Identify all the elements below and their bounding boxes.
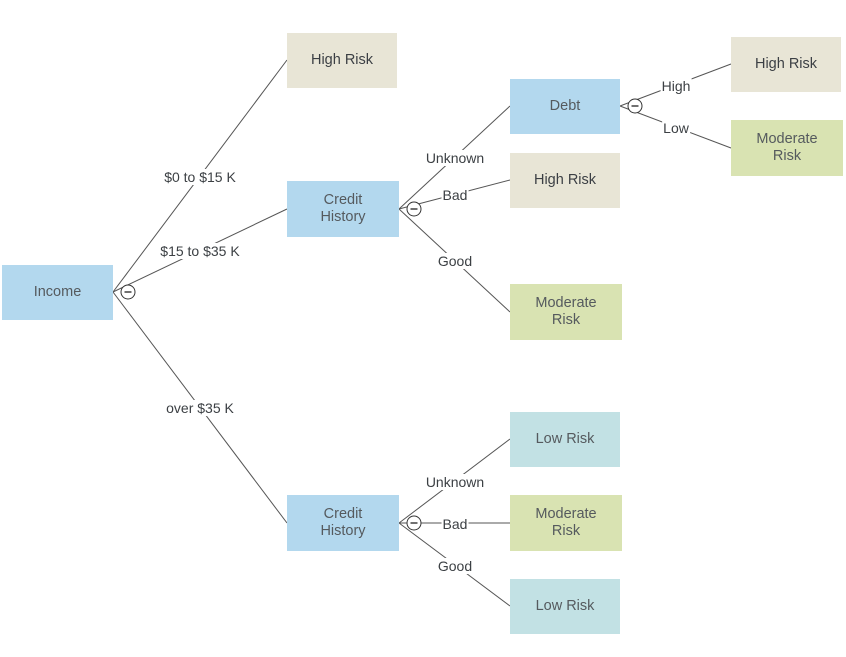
node-credit-history-2[interactable]: Credit History (287, 495, 399, 551)
node-moderate-risk-3[interactable]: Moderate Risk (510, 495, 622, 551)
edge-label-ch1-unknown: Unknown (424, 150, 486, 166)
edge-label-ch1-good: Good (436, 253, 474, 269)
edge-label-debt-low: Low (662, 120, 690, 136)
edge-label-income-high: over $35 K (165, 400, 235, 416)
node-label: High Risk (754, 56, 818, 72)
node-debt[interactable]: Debt (510, 79, 620, 134)
node-high-risk-1[interactable]: High Risk (287, 33, 397, 88)
node-low-risk-1[interactable]: Low Risk (510, 412, 620, 467)
node-label: Moderate Risk (535, 295, 597, 328)
node-label: Low Risk (535, 431, 595, 447)
edge-label-income-mid: $15 to $35 K (159, 243, 241, 259)
node-high-risk-2[interactable]: High Risk (510, 153, 620, 208)
node-label: Moderate Risk (535, 506, 597, 539)
node-label: Moderate Risk (756, 131, 818, 164)
decision-tree-canvas: Income High Risk Credit History Credit H… (0, 0, 846, 657)
edge-label-income-low: $0 to $15 K (163, 169, 237, 185)
node-credit-history-1[interactable]: Credit History (287, 181, 399, 237)
node-income[interactable]: Income (2, 265, 113, 320)
node-high-risk-3[interactable]: High Risk (731, 37, 841, 92)
node-moderate-risk-1[interactable]: Moderate Risk (510, 284, 622, 340)
edge-label-ch2-unknown: Unknown (424, 474, 486, 490)
collapse-toggle-income[interactable] (120, 284, 136, 300)
collapse-toggle-credit-history-1[interactable] (406, 201, 422, 217)
node-label: High Risk (310, 52, 374, 68)
collapse-toggle-debt[interactable] (627, 98, 643, 114)
node-label: High Risk (533, 172, 597, 188)
node-label: Credit History (320, 192, 366, 225)
node-label: Credit History (320, 506, 366, 539)
connector-layer (112, 59, 732, 607)
edge-label-debt-high: High (660, 78, 692, 94)
node-label: Income (33, 284, 82, 300)
collapse-toggle-credit-history-2[interactable] (406, 515, 422, 531)
edge-label-ch2-bad: Bad (441, 516, 469, 532)
edge-label-ch1-bad: Bad (441, 187, 469, 203)
node-label: Low Risk (535, 598, 595, 614)
edge-label-ch2-good: Good (436, 558, 474, 574)
node-label: Debt (549, 98, 581, 114)
node-low-risk-2[interactable]: Low Risk (510, 579, 620, 634)
node-moderate-risk-2[interactable]: Moderate Risk (731, 120, 843, 176)
